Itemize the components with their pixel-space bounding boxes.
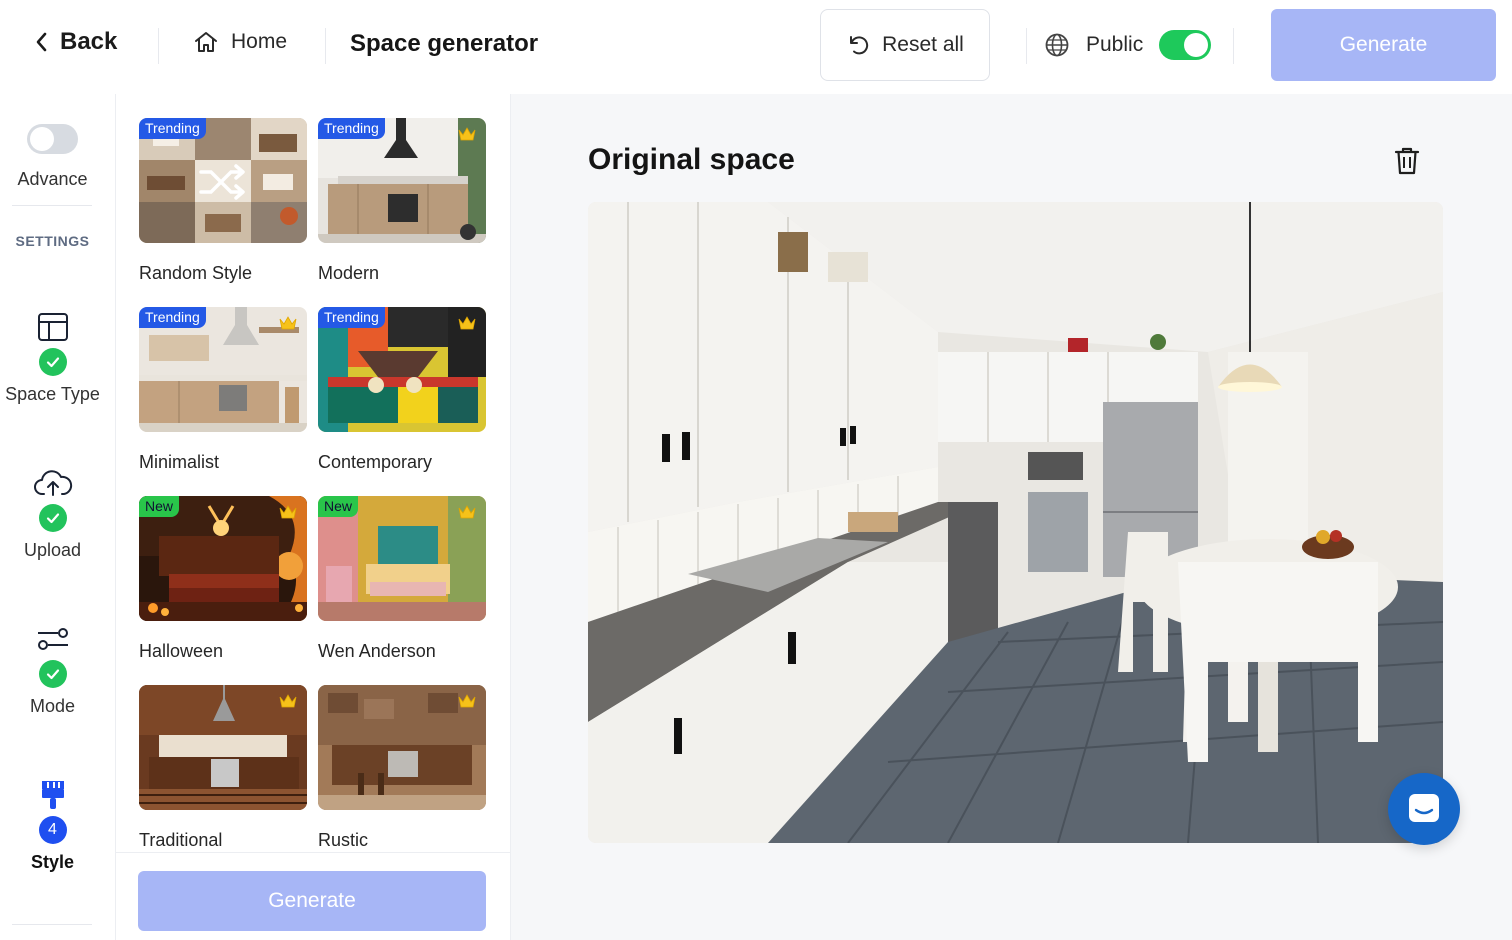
- divider: [1026, 28, 1027, 64]
- step-space-type[interactable]: Space Type: [0, 312, 105, 405]
- style-thumbnail: Trending: [139, 307, 307, 432]
- paintbrush-icon: [41, 781, 64, 809]
- trending-badge: Trending: [318, 118, 385, 139]
- trending-badge: Trending: [318, 307, 385, 328]
- chat-button[interactable]: [1388, 773, 1460, 845]
- style-name: Minimalist: [139, 452, 220, 472]
- check-icon: [38, 504, 67, 532]
- section-title: Original space: [588, 143, 795, 176]
- panel-footer: Generate: [116, 852, 510, 940]
- globe-icon: [1045, 33, 1069, 57]
- style-card-contemporary[interactable]: Trending Contemporary: [318, 307, 486, 473]
- layout-icon: [37, 313, 68, 341]
- undo-icon: [850, 36, 869, 55]
- style-thumbnail: Trending: [318, 118, 486, 243]
- style-thumbnail: [318, 685, 486, 810]
- chat-icon: [1409, 794, 1439, 822]
- divider: [12, 205, 92, 206]
- advance-label: Advance: [17, 169, 88, 189]
- style-card-halloween[interactable]: New Halloween: [139, 496, 307, 662]
- style-name: Wen Anderson: [318, 641, 436, 661]
- crown-icon: [279, 505, 297, 519]
- style-panel: Trending Random Style Trending Modern Tr…: [116, 94, 511, 940]
- home-icon: [195, 32, 217, 52]
- step-label: Upload: [23, 540, 82, 560]
- style-name: Rustic: [318, 830, 369, 850]
- step-upload[interactable]: Upload: [0, 468, 105, 561]
- new-badge: New: [139, 496, 180, 517]
- step-label: Mode: [29, 696, 76, 716]
- home-label: Home: [231, 30, 288, 53]
- trending-badge: Trending: [139, 118, 206, 139]
- style-name: Traditional: [139, 830, 223, 850]
- divider: [325, 28, 326, 64]
- steps-rail: Advance SETTINGS Space Type Upload Mode …: [0, 94, 116, 940]
- style-card-rustic[interactable]: Rustic: [318, 685, 486, 851]
- top-bar: Back Home Space generator Reset all Publ…: [0, 0, 1512, 94]
- home-link[interactable]: Home: [193, 30, 287, 54]
- new-badge: New: [318, 496, 359, 517]
- trending-badge: Trending: [139, 307, 206, 328]
- style-card-traditional[interactable]: Traditional: [139, 685, 307, 851]
- settings-heading: SETTINGS: [15, 233, 90, 249]
- reset-label: Reset all: [882, 33, 964, 56]
- style-thumbnail: New: [318, 496, 486, 621]
- public-control: Public: [1044, 30, 1212, 60]
- page-title: Space generator: [350, 30, 539, 57]
- advance-toggle[interactable]: [27, 124, 78, 154]
- style-name: Modern: [318, 263, 380, 283]
- divider: [158, 28, 159, 64]
- check-icon: [38, 348, 67, 376]
- style-name: Halloween: [139, 641, 224, 661]
- crown-icon: [279, 316, 297, 330]
- style-card-minimalist[interactable]: Trending Minimalist: [139, 307, 307, 473]
- style-thumbnail: Trending: [318, 307, 486, 432]
- back-label: Back: [60, 28, 118, 55]
- generate-button-top[interactable]: Generate: [1271, 9, 1496, 81]
- style-card-wen-anderson[interactable]: New Wen Anderson: [318, 496, 486, 662]
- crown-icon: [458, 127, 476, 141]
- check-icon: [38, 660, 67, 688]
- step-mode[interactable]: Mode: [0, 624, 105, 717]
- public-label: Public: [1086, 33, 1144, 56]
- chevron-left-icon: [36, 32, 47, 52]
- style-card-modern[interactable]: Trending Modern: [318, 118, 486, 284]
- divider: [12, 924, 92, 925]
- crown-icon: [458, 694, 476, 708]
- style-name: Contemporary: [318, 452, 433, 472]
- step-number-badge: 4: [38, 816, 67, 844]
- style-thumbnail: New: [139, 496, 307, 621]
- public-toggle[interactable]: [1159, 30, 1212, 60]
- style-thumbnail: Trending: [139, 118, 307, 243]
- style-card-random[interactable]: Trending Random Style: [139, 118, 307, 284]
- cloud-upload-icon: [33, 470, 72, 496]
- crown-icon: [279, 694, 297, 708]
- step-label: Space Type: [5, 384, 100, 404]
- shuffle-icon: [199, 164, 245, 200]
- style-thumbnail: [139, 685, 307, 810]
- original-space-image: [588, 202, 1443, 843]
- reset-all-button[interactable]: Reset all: [820, 9, 990, 81]
- generate-button-bottom[interactable]: Generate: [138, 871, 486, 931]
- crown-icon: [458, 316, 476, 330]
- divider: [1233, 28, 1234, 64]
- sliders-icon: [37, 628, 68, 650]
- step-label: Style: [30, 852, 75, 872]
- back-button[interactable]: Back: [34, 28, 117, 56]
- step-style[interactable]: 4 Style: [0, 780, 105, 873]
- trash-icon[interactable]: [1393, 146, 1421, 176]
- style-name: Random Style: [139, 263, 253, 283]
- crown-icon: [458, 505, 476, 519]
